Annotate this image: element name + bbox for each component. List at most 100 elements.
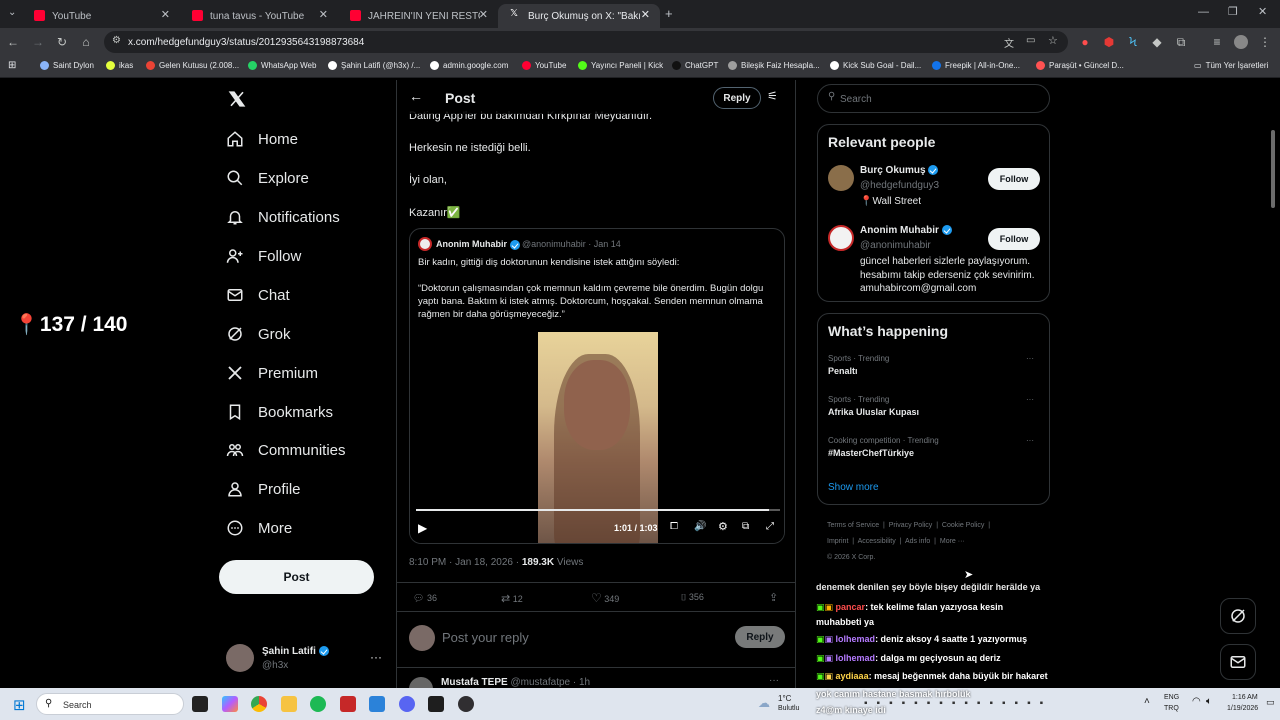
share-icon[interactable]: ⇪ [769,591,778,604]
browser-tab[interactable]: YouTube ✕ [22,4,180,28]
keyboard-layout[interactable]: TRQ [1164,705,1179,712]
windows-start-icon[interactable]: ⊞ [13,696,26,714]
browser-tab[interactable]: tuna tavus - YouTube ✕ [180,4,338,28]
bookmark-item[interactable]: Kick Sub Goal - Dail... [830,61,921,70]
spotify-icon[interactable] [310,696,326,712]
bookmark-action[interactable]: ⌷ 356 [681,592,704,603]
nav-follow[interactable]: Follow [226,247,301,265]
nav-home[interactable]: Home [226,130,298,148]
browser-tab-active[interactable]: 𝕏 Burç Okumuş on X: "Bakın insan ✕ [498,4,660,28]
person-name[interactable]: Anonim Muhabir [860,225,939,236]
nav-explore[interactable]: Explore [226,169,309,187]
quoted-post[interactable]: Anonim Muhabir @anonimuhabir · Jan 14 Bi… [409,228,785,544]
minimize-icon[interactable]: — [1198,6,1209,18]
bookmark-item[interactable]: Freepik | All-in-One... [932,61,1020,70]
extension-icon[interactable]: Ϟ [1126,35,1140,49]
trend-item[interactable]: Sports · Trending Afrika Uluslar Kupası ··… [828,395,1040,417]
like-action[interactable]: ♡ 349 [591,591,619,605]
more-horizontal-icon[interactable]: ··· [1026,436,1034,445]
captions-icon[interactable]: ⧠ [670,521,678,532]
back-arrow-icon[interactable]: ← [409,88,423,104]
messages-floating-button[interactable] [1220,644,1256,680]
post-button[interactable]: Post [219,560,374,594]
bookmark-star-icon[interactable]: ☆ [1048,34,1058,47]
nav-notifications[interactable]: Notifications [226,208,340,226]
bookmark-item[interactable]: Şahin Latifi (@h3x) /... [328,61,420,70]
nav-communities[interactable]: Communities [226,441,346,459]
footer-link[interactable]: Accessibility [858,538,896,545]
input-language[interactable]: ENG [1164,694,1179,701]
bookmark-item[interactable]: YouTube [522,61,566,70]
home-icon[interactable]: ⌂ [79,35,93,49]
grok-floating-button[interactable] [1220,598,1256,634]
taskbar-search[interactable]: ⚲ Search [36,693,184,715]
bookmark-item[interactable]: WhatsApp Web [248,61,316,70]
cast-icon[interactable]: ▭ [1026,35,1035,46]
file-explorer-icon[interactable] [281,696,297,712]
bookmark-item[interactable]: Paraşüt • Güncel D... [1036,61,1124,70]
more-horizontal-icon[interactable]: ··· [370,650,382,664]
extension-icon[interactable]: ◆ [1150,35,1164,49]
more-horizontal-icon[interactable]: ··· [769,675,779,686]
account-switcher[interactable]: Şahin Latifi @h3x ··· [226,644,386,674]
reload-icon[interactable]: ↻ [55,35,69,49]
media-control-icon[interactable]: ≡ [1210,35,1224,49]
reply-input[interactable]: Post your reply [442,630,529,645]
footer-link[interactable]: Imprint [827,538,848,545]
nav-bookmarks[interactable]: Bookmarks [226,403,333,421]
clock-date[interactable]: 1/19/2026 [1227,705,1258,712]
new-tab-icon[interactable]: + [665,6,673,21]
profile-avatar-icon[interactable] [1234,35,1248,49]
follow-button[interactable]: Follow [988,228,1040,250]
footer-link[interactable]: Privacy Policy [889,522,933,529]
terminal-icon[interactable] [428,696,444,712]
video-player[interactable]: ▶ 1:01 / 1:03 ⧠ 🔊 ⚙ ⧉ ⤢ [410,332,784,543]
bookmark-item[interactable]: Yayıncı Paneli | Kick [578,61,663,70]
settings-gear-icon[interactable]: ⚙ [718,520,728,533]
trend-item[interactable]: Sports · Trending Penaltı ··· [828,354,1040,376]
close-tab-icon[interactable]: ✕ [479,8,488,21]
video-progress-track[interactable] [416,509,780,511]
footer-link[interactable]: More ··· [940,538,965,545]
task-view-icon[interactable] [192,696,208,712]
footer-link[interactable]: Ads info [905,538,930,545]
tray-chevron-icon[interactable]: ˄ [1144,696,1150,707]
weather-icon[interactable]: ☁ [758,696,770,710]
nav-more[interactable]: More [226,519,292,537]
bookmark-item[interactable]: Bileşik Faiz Hesapla... [728,61,820,70]
close-tab-icon[interactable]: ✕ [319,8,328,21]
sort-options-icon[interactable]: ⚟ [767,89,778,103]
nav-grok[interactable]: Grok [226,325,291,343]
follow-button[interactable]: Follow [988,168,1040,190]
browser-menu-icon[interactable]: ⋮ [1258,35,1272,49]
app-icon[interactable] [340,696,356,712]
address-bar[interactable]: ⚙ x.com/hedgefundguy3/status/20129356431… [104,31,1068,53]
apps-grid-icon[interactable]: ⊞ [8,60,16,71]
trend-item[interactable]: Cooking competition · Trending #MasterChe… [828,436,1040,458]
search-input[interactable]: ⚲ Search [817,84,1050,113]
browser-tab[interactable]: JAHREIN'IN YENİ RESTORANINA ✕ [338,4,498,28]
footer-link[interactable]: Cookie Policy [942,522,984,529]
restore-icon[interactable]: ❐ [1228,5,1238,18]
nav-chat[interactable]: Chat [226,286,290,304]
chrome-icon[interactable] [251,696,267,712]
app-icon[interactable] [369,696,385,712]
show-more-link[interactable]: Show more [828,482,879,493]
avatar[interactable] [828,165,854,191]
extensions-puzzle-icon[interactable]: ⧉ [1174,35,1188,49]
page-scrollbar[interactable] [1271,130,1275,208]
bookmark-item[interactable]: Saint Dylon [40,61,94,70]
bookmark-item[interactable]: ChatGPT [672,61,718,70]
header-reply-button[interactable]: Reply [713,87,761,109]
more-horizontal-icon[interactable]: ··· [1026,354,1034,363]
close-tab-icon[interactable]: ✕ [641,8,650,21]
window-close-icon[interactable]: ✕ [1258,5,1267,18]
extension-icon[interactable]: ● [1078,35,1092,49]
repost-action[interactable]: ⇄ 12 [501,592,523,605]
more-horizontal-icon[interactable]: ··· [1026,395,1034,404]
reply-action[interactable]: 💬︎ 36 [413,593,437,604]
bookmark-item[interactable]: ikas [106,61,133,70]
footer-link[interactable]: Terms of Service [827,522,879,529]
avatar[interactable] [828,225,854,251]
x-logo-icon[interactable] [228,90,246,108]
